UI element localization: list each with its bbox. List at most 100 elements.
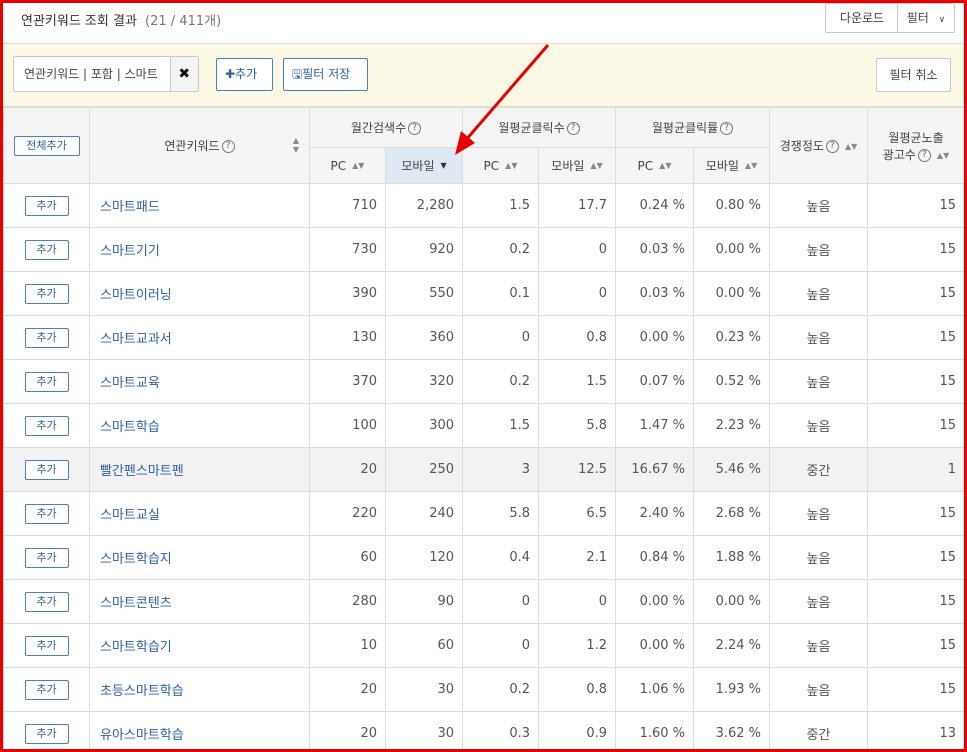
keyword-cell[interactable]: 초등스마트학습 bbox=[89, 667, 310, 712]
header-search-pc[interactable]: PC ▲▼ bbox=[309, 147, 386, 184]
header-search-mobile[interactable]: 모바일 ▼ bbox=[384, 147, 464, 184]
ctr-mobile-cell: 2.23 % bbox=[693, 403, 771, 448]
clicks-mobile-cell: 6.5 bbox=[538, 491, 617, 536]
table-row: 추가 스마트패드 710 2,280 1.5 17.7 0.24 % 0.80 % 높음 15 bbox=[3, 183, 964, 228]
keyword-cell[interactable]: 스마트학습기 bbox=[89, 623, 310, 668]
row-add-button[interactable]: 추가 bbox=[24, 415, 69, 436]
clicks-mobile-cell: 2.1 bbox=[538, 535, 617, 580]
header-keyword[interactable]: 연관키워드? ▲ ▼ bbox=[89, 107, 310, 184]
clicks-pc-cell: 1.5 bbox=[462, 183, 540, 228]
keyword-cell[interactable]: 유아스마트학습 bbox=[89, 711, 310, 749]
keyword-cell[interactable]: 빨간펜스마트펜 bbox=[89, 447, 310, 492]
clicks-mobile-cell: 5.8 bbox=[538, 403, 617, 448]
ads-count-cell: 13 bbox=[867, 711, 964, 749]
row-add-button[interactable]: 추가 bbox=[24, 547, 69, 568]
header-ads-line1: 월평균노출 bbox=[888, 130, 944, 145]
row-add-button[interactable]: 추가 bbox=[24, 283, 69, 304]
save-filter-button[interactable]: 🖫필터 저장 bbox=[283, 58, 368, 91]
sort-updown-icon[interactable]: ▲▼ bbox=[745, 161, 757, 170]
ads-count-cell: 15 bbox=[867, 579, 964, 624]
keyword-cell[interactable]: 스마트기기 bbox=[89, 227, 310, 272]
ctr-mobile-cell: 0.00 % bbox=[693, 227, 771, 272]
filter-chip[interactable]: 연관키워드 | 포함 | 스마트 ✖ bbox=[13, 56, 199, 92]
row-add-button[interactable]: 추가 bbox=[24, 371, 69, 392]
search-pc-cell: 20 bbox=[309, 667, 386, 712]
search-mobile-cell: 90 bbox=[384, 579, 464, 624]
question-circle-icon[interactable]: ? bbox=[221, 140, 235, 153]
clicks-mobile-cell: 0.9 bbox=[538, 711, 617, 749]
row-add-button[interactable]: 추가 bbox=[24, 239, 69, 260]
competition-cell: 높음 bbox=[769, 359, 869, 404]
header-ctr-mobile[interactable]: 모바일 ▲▼ bbox=[693, 147, 771, 184]
row-add-button[interactable]: 추가 bbox=[24, 635, 69, 656]
search-pc-cell: 100 bbox=[309, 403, 386, 448]
ctr-pc-cell: 0.00 % bbox=[615, 623, 695, 668]
filter-dropdown-label: 필터 bbox=[906, 11, 929, 25]
add-filter-button[interactable]: ✚추가 bbox=[216, 58, 273, 91]
sort-updown-icon[interactable]: ▲▼ bbox=[590, 161, 602, 170]
question-circle-icon[interactable]: ? bbox=[917, 148, 931, 162]
row-add-button[interactable]: 추가 bbox=[24, 459, 69, 480]
search-mobile-cell: 2,280 bbox=[384, 183, 464, 228]
row-add-button[interactable]: 추가 bbox=[24, 503, 69, 524]
question-circle-icon[interactable]: ? bbox=[720, 122, 734, 135]
header-competition[interactable]: 경쟁정도? ▲▼ bbox=[769, 107, 869, 184]
clicks-mobile-cell: 0.8 bbox=[538, 667, 617, 712]
header-ctr-group: 월평균클릭률? bbox=[615, 107, 771, 148]
keyword-cell[interactable]: 스마트교육 bbox=[89, 359, 310, 404]
sort-updown-icon[interactable]: ▲▼ bbox=[845, 142, 857, 151]
competition-cell: 높음 bbox=[769, 667, 869, 712]
search-pc-cell: 730 bbox=[309, 227, 386, 272]
clicks-pc-cell: 0 bbox=[462, 623, 540, 668]
keyword-cell[interactable]: 스마트학습지 bbox=[89, 535, 310, 580]
header-clicks-pc[interactable]: PC ▲▼ bbox=[462, 147, 540, 184]
header-ads[interactable]: 월평균노출 광고수? ▲▼ bbox=[867, 107, 964, 184]
sort-desc-icon[interactable]: ▼ bbox=[440, 161, 446, 170]
sort-updown-icon[interactable]: ▲▼ bbox=[293, 136, 299, 154]
competition-cell: 높음 bbox=[769, 183, 869, 228]
search-pc-cell: 710 bbox=[309, 183, 386, 228]
keyword-cell[interactable]: 스마트패드 bbox=[89, 183, 310, 228]
competition-cell: 높음 bbox=[769, 315, 869, 360]
cancel-filter-button[interactable]: 필터 취소 bbox=[876, 58, 951, 92]
keyword-cell[interactable]: 스마트학습 bbox=[89, 403, 310, 448]
header-clicks-mobile[interactable]: 모바일 ▲▼ bbox=[538, 147, 617, 184]
question-circle-icon[interactable]: ? bbox=[825, 140, 839, 153]
ctr-pc-cell: 0.00 % bbox=[615, 579, 695, 624]
competition-cell: 높음 bbox=[769, 535, 869, 580]
filter-dropdown-button[interactable]: 필터 ∨ bbox=[897, 3, 955, 33]
ctr-pc-cell: 0.24 % bbox=[615, 183, 695, 228]
sort-updown-icon[interactable]: ▲▼ bbox=[505, 161, 517, 170]
header-sub-label: 모바일 bbox=[551, 159, 585, 173]
clicks-mobile-cell: 0 bbox=[538, 271, 617, 316]
row-add-button[interactable]: 추가 bbox=[24, 723, 69, 744]
row-add-button[interactable]: 추가 bbox=[24, 591, 69, 612]
sort-updown-icon[interactable]: ▲▼ bbox=[352, 161, 364, 170]
sort-updown-icon[interactable]: ▲▼ bbox=[937, 151, 949, 160]
close-icon[interactable]: ✖ bbox=[169, 57, 198, 91]
question-circle-icon[interactable]: ? bbox=[408, 122, 422, 135]
clicks-pc-cell: 0.4 bbox=[462, 535, 540, 580]
row-add-button[interactable]: 추가 bbox=[24, 327, 69, 348]
header-search-label: 월간검색수 bbox=[350, 121, 407, 135]
ctr-mobile-cell: 2.24 % bbox=[693, 623, 771, 668]
row-add-button[interactable]: 추가 bbox=[24, 679, 69, 700]
keyword-cell[interactable]: 스마트이러닝 bbox=[89, 271, 310, 316]
header-ctr-pc[interactable]: PC ▲▼ bbox=[615, 147, 695, 184]
header-sub-label: PC bbox=[637, 158, 654, 173]
question-circle-icon[interactable]: ? bbox=[566, 122, 580, 135]
ctr-pc-cell: 1.47 % bbox=[615, 403, 695, 448]
keyword-cell[interactable]: 스마트교과서 bbox=[89, 315, 310, 360]
row-add-button[interactable]: 추가 bbox=[24, 195, 69, 216]
clicks-pc-cell: 0.2 bbox=[462, 359, 540, 404]
keyword-cell[interactable]: 스마트콘텐츠 bbox=[89, 579, 310, 624]
sort-updown-icon[interactable]: ▲▼ bbox=[659, 161, 671, 170]
header-sub-label: PC bbox=[483, 158, 500, 173]
search-pc-cell: 60 bbox=[309, 535, 386, 580]
ctr-mobile-cell: 1.93 % bbox=[693, 667, 771, 712]
row-add-cell: 추가 bbox=[3, 271, 90, 316]
ctr-mobile-cell: 0.80 % bbox=[693, 183, 771, 228]
keyword-cell[interactable]: 스마트교실 bbox=[89, 491, 310, 536]
add-all-button[interactable]: 전체추가 bbox=[13, 135, 80, 156]
download-button[interactable]: 다운로드 bbox=[825, 3, 899, 33]
